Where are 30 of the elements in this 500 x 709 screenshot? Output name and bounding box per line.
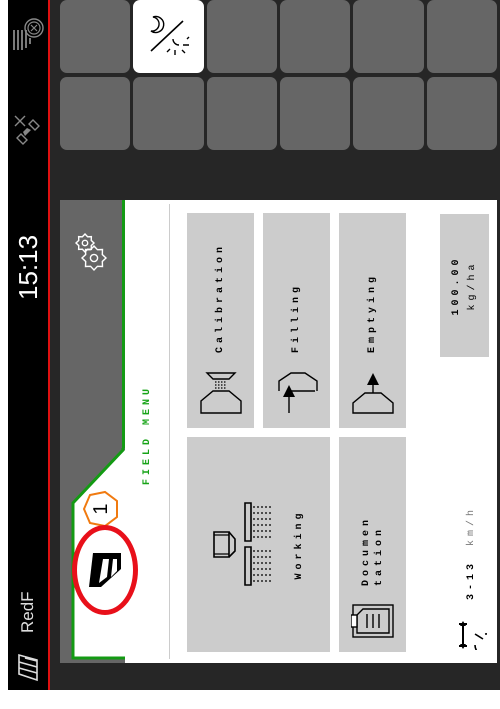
number-badge: 1 (82, 490, 120, 528)
tile-button[interactable] (280, 0, 350, 73)
rate-display: 100.00 kg/ha (440, 214, 489, 357)
speed-unit: km/h (464, 506, 478, 546)
tile-button[interactable] (353, 77, 424, 150)
tile-button[interactable] (60, 0, 130, 73)
tile-button[interactable] (60, 77, 130, 150)
tile-button[interactable] (280, 77, 350, 150)
menu-button[interactable]: Emptying (339, 213, 406, 428)
clock-time: 15:13 (15, 234, 41, 300)
tile-button[interactable] (426, 0, 497, 73)
menu-button[interactable]: Documen tation (339, 437, 406, 652)
field-icon (17, 653, 39, 682)
field-name: RedF (17, 591, 38, 633)
tile-button[interactable] (206, 77, 277, 150)
clipboard-icon (350, 603, 394, 639)
menu-button[interactable]: Calibration (187, 213, 254, 428)
speed-range: 3-13 (464, 560, 478, 600)
tile-button[interactable] (133, 0, 204, 73)
tile-button[interactable] (353, 0, 424, 73)
tile-button[interactable] (426, 77, 497, 150)
menu-button[interactable]: Filling (263, 213, 330, 428)
boom-section-icon (87, 551, 123, 589)
menu-button[interactable]: Working (187, 437, 330, 652)
menu-title: FIELD MENU (140, 384, 154, 485)
tile-button[interactable] (133, 77, 204, 150)
settings-icon[interactable] (74, 232, 108, 272)
tile-button[interactable] (206, 0, 277, 73)
hopper-nozzle-icon (198, 370, 242, 415)
sections-off-icon (10, 18, 46, 52)
